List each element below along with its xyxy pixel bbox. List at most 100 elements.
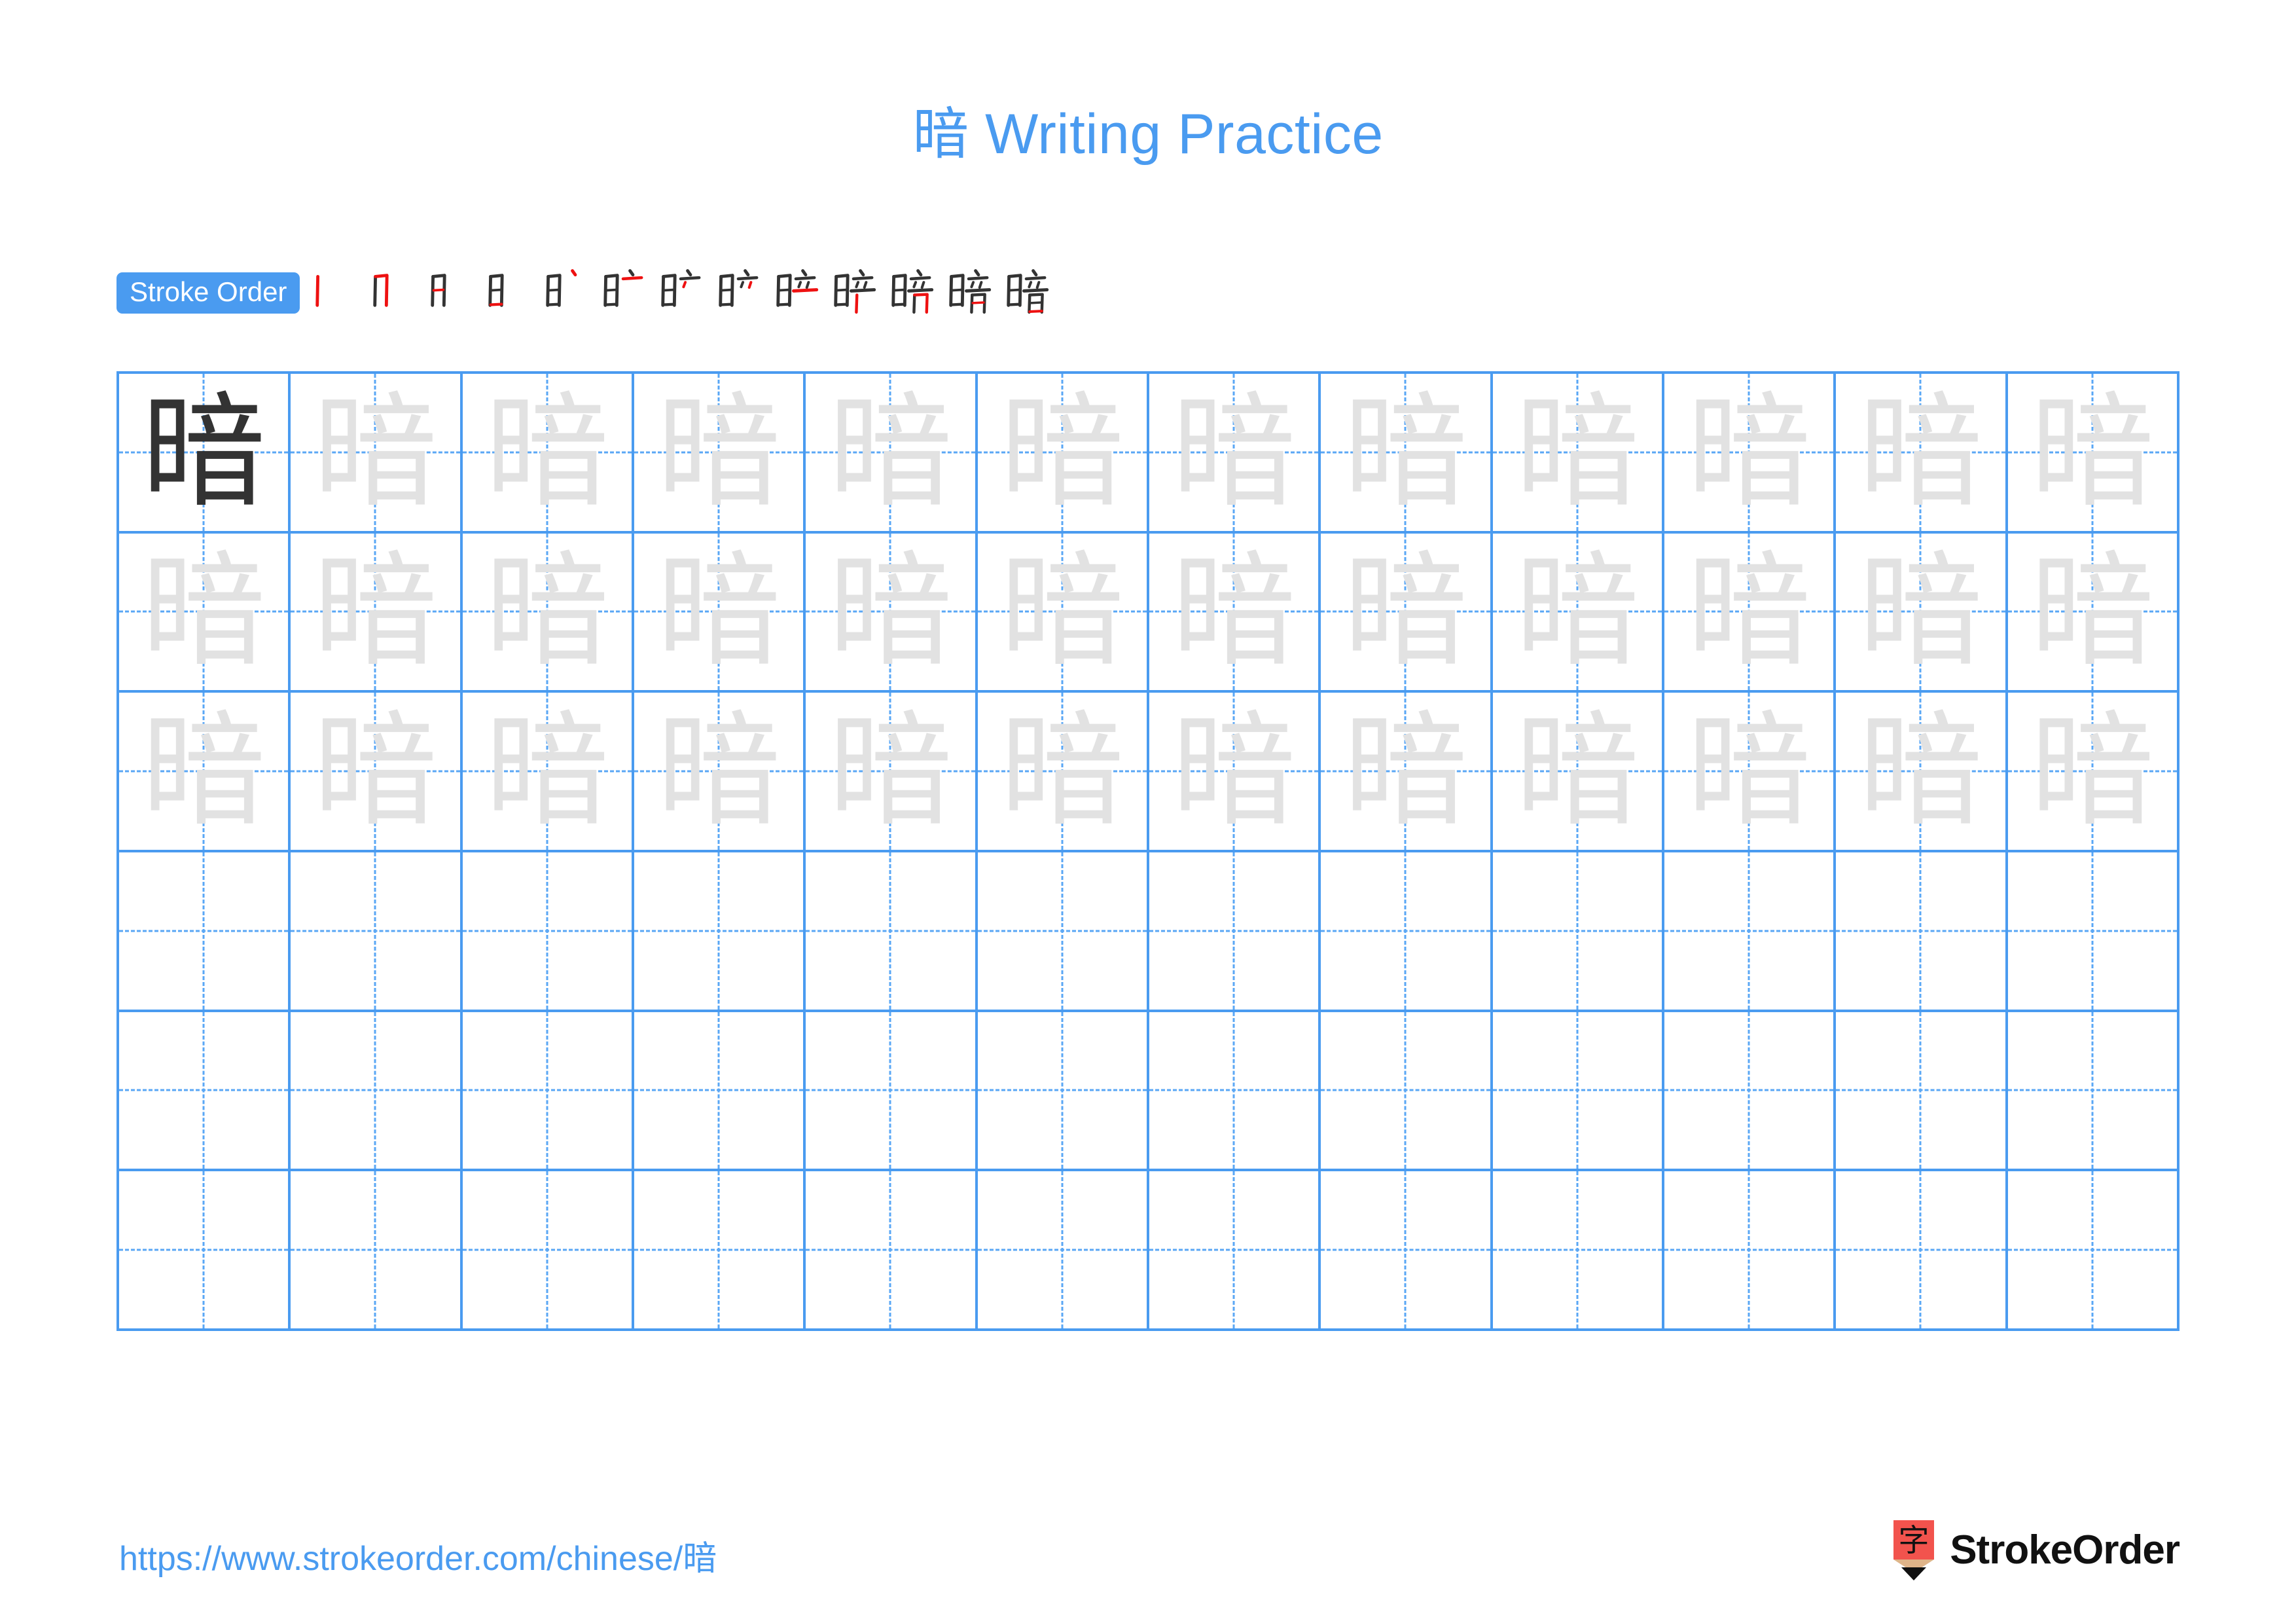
practice-cell-character: 暗 bbox=[999, 699, 1124, 844]
practice-cell-character bbox=[119, 1171, 288, 1328]
practice-cell[interactable] bbox=[462, 1171, 634, 1331]
practice-cell[interactable] bbox=[1149, 1012, 1321, 1172]
practice-cell[interactable] bbox=[1321, 852, 1493, 1012]
stroke-order-step bbox=[882, 259, 940, 327]
practice-cell-character: 暗 bbox=[1687, 699, 1812, 844]
practice-cell[interactable] bbox=[1149, 1171, 1321, 1331]
practice-cell[interactable] bbox=[1836, 1012, 2008, 1172]
practice-cell[interactable] bbox=[1664, 852, 1837, 1012]
practice-cell[interactable]: 暗 bbox=[119, 374, 291, 534]
practice-cell[interactable]: 暗 bbox=[1836, 374, 2008, 534]
practice-cell[interactable]: 暗 bbox=[977, 374, 1149, 534]
practice-cell[interactable]: 暗 bbox=[634, 374, 806, 534]
practice-cell[interactable]: 暗 bbox=[1149, 374, 1321, 534]
practice-cell[interactable] bbox=[1836, 852, 2008, 1012]
practice-cell[interactable] bbox=[1149, 852, 1321, 1012]
practice-cell[interactable] bbox=[2007, 1171, 2179, 1331]
practice-cell[interactable] bbox=[1836, 1171, 2008, 1331]
practice-cell[interactable] bbox=[119, 852, 291, 1012]
practice-cell[interactable]: 暗 bbox=[2007, 374, 2179, 534]
practice-cell-character: 暗 bbox=[1343, 379, 1468, 524]
practice-cell[interactable] bbox=[1492, 1171, 1664, 1331]
practice-cell[interactable]: 暗 bbox=[2007, 693, 2179, 852]
practice-cell-character bbox=[291, 1012, 459, 1169]
practice-cell[interactable] bbox=[119, 1012, 291, 1172]
stroke-order-step bbox=[940, 259, 997, 327]
practice-cell[interactable]: 暗 bbox=[977, 693, 1149, 852]
brand-name: StrokeOrder bbox=[1950, 1527, 2180, 1573]
stroke-order-step-glyph bbox=[603, 269, 643, 307]
practice-cell[interactable]: 暗 bbox=[1321, 533, 1493, 693]
practice-cell[interactable] bbox=[291, 1012, 463, 1172]
practice-cell-character: 暗 bbox=[828, 539, 953, 684]
practice-cell[interactable]: 暗 bbox=[119, 533, 291, 693]
practice-cell[interactable] bbox=[977, 1171, 1149, 1331]
practice-cell[interactable]: 暗 bbox=[806, 693, 978, 852]
practice-cell[interactable] bbox=[806, 1171, 978, 1331]
practice-cell-character bbox=[1836, 1171, 2005, 1328]
practice-cell[interactable] bbox=[2007, 852, 2179, 1012]
practice-cell[interactable]: 暗 bbox=[1492, 374, 1664, 534]
practice-cell[interactable] bbox=[977, 852, 1149, 1012]
stroke-order-step-glyph bbox=[1007, 269, 1049, 314]
practice-cell[interactable]: 暗 bbox=[462, 374, 634, 534]
practice-cell[interactable] bbox=[634, 1012, 806, 1172]
practice-cell[interactable]: 暗 bbox=[1149, 533, 1321, 693]
footer-url[interactable]: https://www.strokeorder.com/chinese/暗 bbox=[119, 1531, 717, 1580]
practice-cell[interactable] bbox=[1321, 1171, 1493, 1331]
practice-cell[interactable] bbox=[977, 1012, 1149, 1172]
practice-cell[interactable]: 暗 bbox=[1149, 693, 1321, 852]
stroke-order-step-glyph bbox=[661, 269, 701, 307]
practice-cell[interactable]: 暗 bbox=[806, 374, 978, 534]
practice-cell-character bbox=[1493, 1171, 1662, 1328]
practice-cell[interactable]: 暗 bbox=[1836, 533, 2008, 693]
practice-cell[interactable]: 暗 bbox=[1492, 693, 1664, 852]
practice-cell-character bbox=[2008, 1171, 2177, 1328]
practice-cell[interactable] bbox=[1492, 852, 1664, 1012]
practice-cell[interactable]: 暗 bbox=[977, 533, 1149, 693]
practice-cell[interactable]: 暗 bbox=[634, 533, 806, 693]
stroke-order-step-glyph bbox=[315, 274, 320, 307]
practice-cell[interactable]: 暗 bbox=[462, 693, 634, 852]
practice-cell-character: 暗 bbox=[1687, 539, 1812, 684]
practice-cell[interactable] bbox=[119, 1171, 291, 1331]
practice-cell[interactable] bbox=[291, 852, 463, 1012]
practice-cell[interactable]: 暗 bbox=[119, 693, 291, 852]
pencil-logo-icon: 字 bbox=[1892, 1520, 1935, 1580]
practice-cell[interactable] bbox=[1664, 1171, 1837, 1331]
practice-cell-character bbox=[1321, 1171, 1490, 1328]
footer-logo[interactable]: 字 StrokeOrder bbox=[1892, 1520, 2180, 1580]
practice-cell-character bbox=[806, 852, 975, 1010]
practice-cell[interactable]: 暗 bbox=[634, 693, 806, 852]
practice-cell[interactable]: 暗 bbox=[291, 693, 463, 852]
practice-cell[interactable]: 暗 bbox=[1664, 533, 1837, 693]
practice-cell[interactable] bbox=[1664, 1012, 1837, 1172]
practice-cell[interactable]: 暗 bbox=[1836, 693, 2008, 852]
practice-cell[interactable]: 暗 bbox=[2007, 533, 2179, 693]
practice-cell-character: 暗 bbox=[2030, 379, 2155, 524]
practice-cell[interactable]: 暗 bbox=[1664, 693, 1837, 852]
practice-cell[interactable]: 暗 bbox=[1321, 374, 1493, 534]
practice-cell[interactable] bbox=[806, 852, 978, 1012]
practice-cell[interactable]: 暗 bbox=[1664, 374, 1837, 534]
practice-cell[interactable] bbox=[462, 1012, 634, 1172]
practice-cell[interactable] bbox=[462, 852, 634, 1012]
practice-cell-character: 暗 bbox=[656, 539, 781, 684]
practice-cell[interactable]: 暗 bbox=[291, 533, 463, 693]
practice-cell[interactable] bbox=[2007, 1012, 2179, 1172]
stroke-order-badge: Stroke Order bbox=[117, 272, 300, 314]
practice-cell[interactable]: 暗 bbox=[291, 374, 463, 534]
practice-cell[interactable]: 暗 bbox=[806, 533, 978, 693]
practice-cell[interactable] bbox=[806, 1012, 978, 1172]
practice-cell[interactable] bbox=[1492, 1012, 1664, 1172]
practice-cell[interactable] bbox=[634, 852, 806, 1012]
practice-cell[interactable] bbox=[291, 1171, 463, 1331]
practice-cell[interactable] bbox=[1321, 1012, 1493, 1172]
practice-cell[interactable] bbox=[634, 1171, 806, 1331]
practice-cell[interactable]: 暗 bbox=[462, 533, 634, 693]
stroke-order-section: Stroke Order bbox=[117, 257, 1055, 329]
practice-cell-character: 暗 bbox=[1515, 539, 1640, 684]
practice-cell[interactable]: 暗 bbox=[1321, 693, 1493, 852]
practice-cell-character bbox=[463, 852, 632, 1010]
practice-cell[interactable]: 暗 bbox=[1492, 533, 1664, 693]
